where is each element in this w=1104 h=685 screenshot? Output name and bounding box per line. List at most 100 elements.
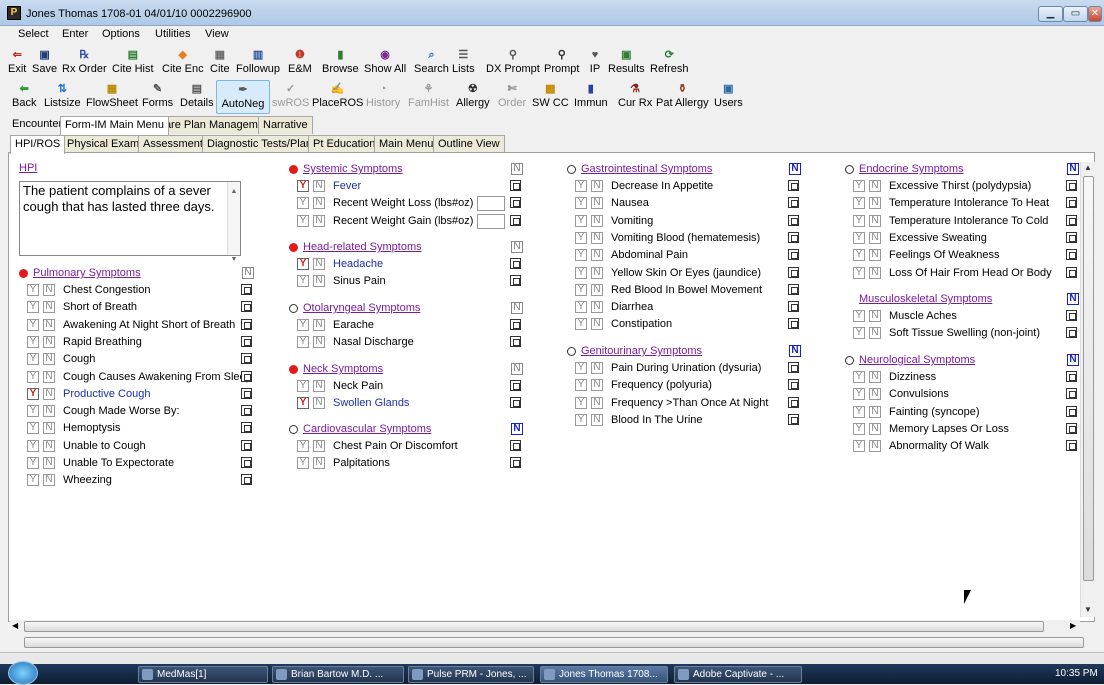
no-toggle[interactable]: N [591,266,603,279]
yes-toggle[interactable]: Y [27,370,39,383]
users-button[interactable]: ▣ Users [714,80,743,114]
detail-checkbox[interactable] [788,362,799,373]
tab-narrative[interactable]: Narrative [258,116,313,134]
yes-toggle[interactable]: Y [575,413,587,426]
detail-checkbox[interactable] [241,387,252,399]
no-toggle[interactable]: N [43,387,55,400]
window-horizontal-scrollbar[interactable] [20,636,1090,650]
maximize-button[interactable]: ▭ [1063,6,1088,22]
head-all-negative-button[interactable]: N [511,241,523,253]
detail-checkbox[interactable] [1066,197,1077,209]
detail-checkbox[interactable] [788,197,799,209]
yes-toggle[interactable]: Y [853,266,865,279]
sw-cc-button[interactable]: ▩ SW CC [532,80,569,114]
details-button[interactable]: ▤ Details [180,80,214,114]
yes-toggle[interactable]: Y [27,335,39,348]
detail-checkbox[interactable] [510,258,521,269]
taskbar-item[interactable]: Adobe Captivate - ... [674,666,802,683]
yes-toggle[interactable]: Y [27,474,39,487]
panel-horizontal-scrollbar[interactable]: ◀ ▶ [10,620,1080,634]
yes-toggle[interactable]: Y [297,214,309,227]
no-toggle[interactable]: N [591,180,603,192]
detail-checkbox[interactable] [510,336,521,348]
no-toggle[interactable]: N [869,197,881,210]
detail-checkbox[interactable] [1066,249,1077,261]
close-button[interactable]: ✕ [1088,6,1102,22]
hpi-label[interactable]: HPI [19,162,37,174]
cite-hist-button[interactable]: ▤ Cite Hist [112,46,154,80]
detail-checkbox[interactable] [788,396,799,408]
yes-toggle[interactable]: Y [575,266,587,279]
refresh-button[interactable]: ⟳ Refresh [650,46,689,80]
window-scroll-thumb[interactable] [24,637,1084,648]
em-button[interactable]: ❶ E&M [288,46,312,80]
detail-checkbox[interactable] [788,413,799,425]
taskbar-item[interactable]: MedMas[1] [138,666,268,683]
no-toggle[interactable]: N [43,370,55,383]
tab-diagnostic-tests-plan[interactable]: Diagnostic Tests/Plan [202,135,317,153]
detail-checkbox[interactable] [788,231,799,243]
start-button[interactable] [8,661,38,685]
back-arrow-button[interactable]: ⬅ Back [12,80,36,114]
no-toggle[interactable]: N [591,197,603,210]
swros-button[interactable]: ✓ swROS [272,80,309,114]
no-toggle[interactable]: N [869,440,881,453]
yes-toggle[interactable]: Y [575,379,587,392]
save-button[interactable]: ▣ Save [32,46,57,80]
detail-checkbox[interactable] [788,214,799,226]
tab-form-im-main-menu[interactable]: Form-IM Main Menu [60,116,170,135]
gu-section-header[interactable]: Genitourinary Symptoms [581,345,702,357]
detail-checkbox[interactable] [241,422,252,434]
no-toggle[interactable]: N [591,413,603,426]
yes-toggle[interactable]: Y [853,180,865,192]
detail-checkbox[interactable] [788,318,799,330]
yes-toggle[interactable]: Y [853,214,865,227]
yes-toggle[interactable]: Y [297,397,309,410]
no-toggle[interactable]: N [869,405,881,418]
no-toggle[interactable]: N [43,457,55,469]
yes-toggle[interactable]: Y [297,180,309,192]
yes-toggle[interactable]: Y [27,318,39,331]
detail-checkbox[interactable] [1066,266,1077,278]
no-toggle[interactable]: N [313,214,325,227]
flowsheet-button[interactable]: ▦ FlowSheet [86,80,138,114]
dx-prompt-button[interactable]: ⚲ DX Prompt [486,46,540,80]
yes-toggle[interactable]: Y [297,319,309,331]
detail-checkbox[interactable] [788,266,799,278]
yes-toggle[interactable]: Y [853,388,865,401]
yes-toggle[interactable]: Y [575,283,587,296]
prompt-button[interactable]: ⚲ Prompt [544,46,579,80]
followup-button[interactable]: ▥ Followup [236,46,280,80]
detail-checkbox[interactable] [1066,388,1077,400]
history-button[interactable]: ◔ History [366,80,400,114]
detail-checkbox[interactable] [1066,214,1077,226]
detail-checkbox[interactable] [1066,310,1077,321]
detail-checkbox[interactable] [788,379,799,391]
yes-toggle[interactable]: Y [575,301,587,314]
no-toggle[interactable]: N [43,284,55,296]
no-toggle[interactable]: N [313,197,325,210]
detail-checkbox[interactable] [241,405,252,417]
pat-allergy-button[interactable]: ⚱ Pat Allergy [656,80,709,114]
detail-checkbox[interactable] [788,180,799,191]
yes-toggle[interactable]: Y [27,353,39,366]
yes-toggle[interactable]: Y [297,258,309,270]
famhist-button[interactable]: ⚘ FamHist [408,80,449,114]
detail-checkbox[interactable] [1066,422,1077,434]
yes-toggle[interactable]: Y [853,371,865,383]
taskbar-item[interactable]: Brian Bartow M.D. ... [272,666,404,683]
no-toggle[interactable]: N [869,327,881,340]
no-toggle[interactable]: N [869,180,881,192]
yes-toggle[interactable]: Y [575,231,587,244]
no-toggle[interactable]: N [43,335,55,348]
no-toggle[interactable]: N [869,231,881,244]
menu-enter[interactable]: Enter [62,28,88,40]
yes-toggle[interactable]: Y [297,440,309,452]
detail-checkbox[interactable] [1066,327,1077,339]
results-button[interactable]: ▣ Results [608,46,645,80]
detail-checkbox[interactable] [1066,440,1077,452]
no-toggle[interactable]: N [869,422,881,435]
ip-button[interactable]: ♥ IP [588,46,602,80]
detail-checkbox[interactable] [510,397,521,409]
no-toggle[interactable]: N [313,275,325,288]
